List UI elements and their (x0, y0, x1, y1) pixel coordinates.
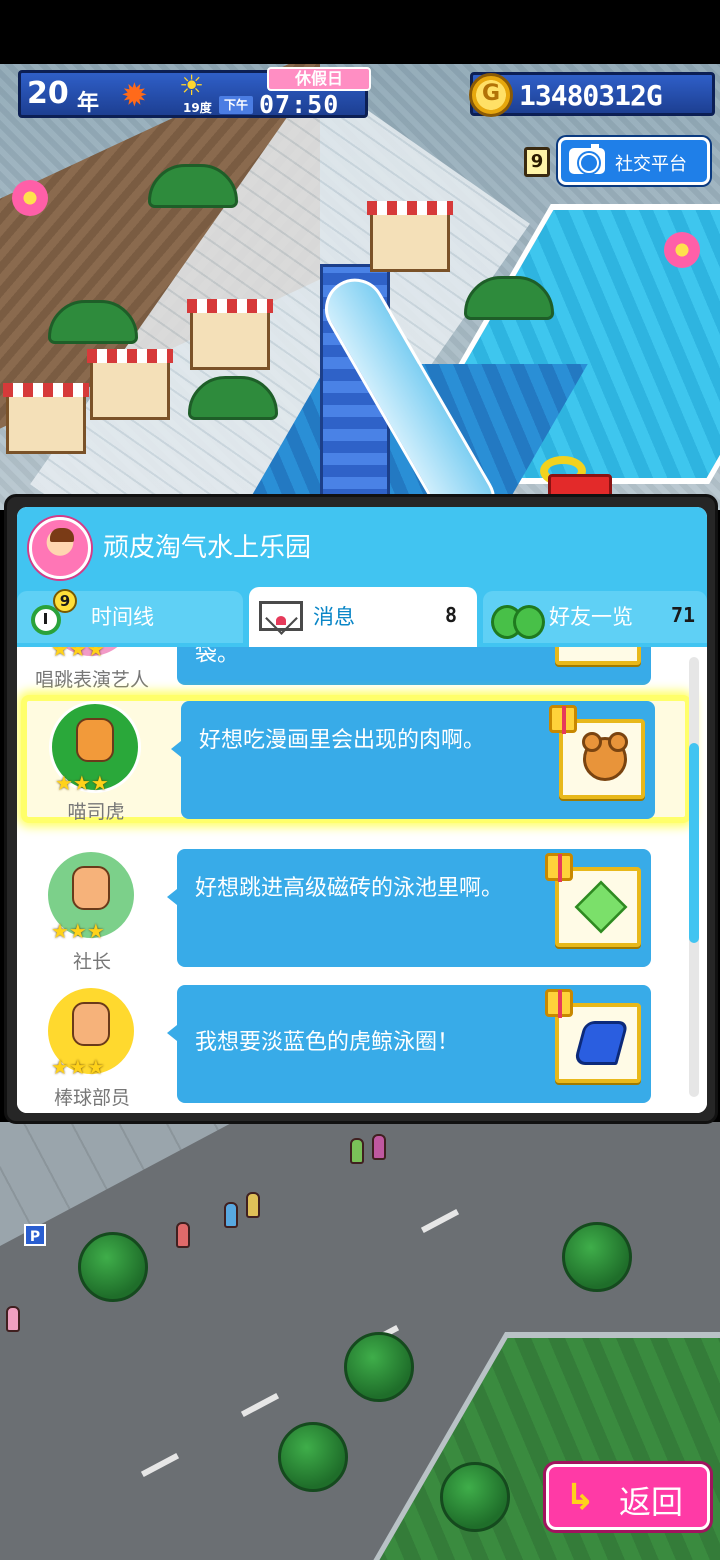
message-text: 我想要淡蓝色的虎鲸泳圈！ (195, 1030, 460, 1055)
back-button[interactable]: ↳ 返回 (546, 1464, 710, 1530)
social-platform-button[interactable]: 社交平台 (558, 137, 710, 185)
message-list[interactable]: ★★★ 唱跳表演艺人 袋。 ★★★ 喵司虎 好想吃漫画里会出现的肉啊。 ★★★ … (17, 647, 707, 1113)
food-stall[interactable] (87, 349, 173, 420)
baseball-player-face-icon (72, 1002, 110, 1046)
tree-icon (344, 1332, 414, 1402)
tree-icon (78, 1232, 148, 1302)
park-name: 顽皮淘气水上乐园 (103, 533, 312, 563)
tree-icon (278, 1422, 348, 1492)
flower-icon (664, 232, 700, 268)
tree-icon (562, 1222, 632, 1292)
flower-icon (12, 180, 48, 216)
friends-count: 71 (671, 603, 696, 627)
gift-button[interactable] (555, 647, 641, 665)
visitor-icon[interactable] (372, 1134, 386, 1160)
social-notification-badge: 9 (524, 147, 550, 177)
sun-icon: ☀ (179, 69, 205, 102)
message-row[interactable]: ★★★ 喵司虎 好想吃漫画里会出现的肉啊。 (21, 695, 691, 823)
holiday-badge: 休假日 (267, 67, 371, 91)
sender-name: 喵司虎 (67, 801, 125, 823)
clock-time: 07:50 (259, 90, 340, 119)
social-platform-label: 社交平台 (615, 154, 687, 175)
gift-button[interactable] (549, 705, 645, 799)
tree-icon (440, 1462, 510, 1532)
status-strip (0, 0, 720, 64)
rating-stars: ★★★ (51, 919, 105, 943)
visitor-icon[interactable] (6, 1306, 20, 1332)
gift-ribbon-icon (549, 705, 577, 734)
visitor-icon[interactable] (246, 1192, 260, 1218)
message-bubble: 我想要淡蓝色的虎鲸泳圈！ (167, 985, 651, 1103)
camera-icon (569, 144, 605, 174)
gold-coin-icon: G (469, 73, 513, 117)
friends-icon (491, 601, 545, 639)
tab-friends[interactable]: 好友一览 71 (483, 591, 707, 643)
food-stall[interactable] (3, 383, 89, 454)
gold-amount: 13480312G (519, 79, 663, 112)
park-avatar (29, 517, 91, 579)
message-text: 好想跳进高级磁砖的泳池里啊。 (195, 876, 504, 901)
message-row[interactable]: ★★★ 社长 好想跳进高级磁砖的泳池里啊。 (17, 843, 687, 973)
road-line (420, 1208, 460, 1234)
back-arrow-icon: ↳ (565, 1477, 596, 1518)
message-text: 袋。 (195, 647, 240, 667)
tab-timeline[interactable]: 9 时间线 (17, 589, 243, 643)
tab-messages-label: 消息 (313, 605, 355, 629)
game-world-top[interactable] (0, 64, 720, 510)
tiger-face-icon (76, 718, 114, 762)
messages-count: 8 (445, 603, 458, 627)
bear-item-icon (582, 732, 628, 781)
orca-float-item-icon (573, 1021, 629, 1065)
gift-ribbon-icon (545, 853, 573, 882)
message-bubble: 好想跳进高级磁砖的泳池里啊。 (167, 849, 651, 967)
president-face-icon (72, 866, 110, 910)
food-stall[interactable] (367, 201, 453, 272)
visitor-icon[interactable] (224, 1202, 238, 1228)
visitor-icon[interactable] (350, 1138, 364, 1164)
gift-button[interactable] (545, 989, 641, 1083)
social-panel: 顽皮淘气水上乐园 9 时间线 消息 8 好友一览 71 ★★★ 唱跳表演艺人 袋… (4, 494, 718, 1124)
gift-ribbon-icon (545, 989, 573, 1018)
year-number: 20 (27, 76, 69, 111)
sender-name: 棒球部员 (53, 1087, 130, 1109)
message-row[interactable]: ★★★ 棒球部员 我想要淡蓝色的虎鲸泳圈！ (17, 979, 687, 1109)
gold-panel: G 13480312G (469, 72, 715, 117)
year-unit: 年 (77, 91, 100, 116)
tile-item-icon (574, 880, 628, 934)
panel-header: 顽皮淘气水上乐园 9 时间线 消息 8 好友一览 71 (17, 507, 707, 647)
date-time-panel: 20 年 ✹ ☀ 19度 休假日 下午 07:50 (18, 67, 371, 119)
temperature: 19度 (183, 101, 212, 115)
rating-stars: ★★★ (51, 647, 105, 661)
back-label: 返回 (619, 1483, 684, 1521)
scrollbar-track[interactable] (689, 657, 699, 1097)
rating-stars: ★★★ (55, 771, 109, 795)
message-bubble: 袋。 (177, 647, 651, 685)
panel-content: 顽皮淘气水上乐园 9 时间线 消息 8 好友一览 71 ★★★ 唱跳表演艺人 袋… (17, 507, 707, 1113)
envelope-icon (259, 601, 303, 631)
food-stall[interactable] (187, 299, 273, 370)
sender-name: 唱跳表演艺人 (34, 669, 149, 691)
tab-friends-label: 好友一览 (549, 605, 633, 629)
message-bubble: 好想吃漫画里会出现的肉啊。 (171, 701, 655, 819)
rating-stars: ★★★ (51, 1055, 105, 1079)
gift-button[interactable] (545, 853, 641, 947)
road-line (240, 1392, 280, 1418)
road-line (140, 1452, 180, 1478)
tab-messages[interactable]: 消息 8 (249, 587, 477, 647)
message-text: 好想吃漫画里会出现的肉啊。 (199, 728, 486, 753)
timeline-badge: 9 (53, 589, 77, 613)
ampm-label: 下午 (219, 96, 253, 114)
maple-leaf-icon: ✹ (121, 76, 148, 114)
parking-sign-icon: P (24, 1224, 46, 1246)
tab-timeline-label: 时间线 (91, 605, 154, 629)
message-row[interactable]: ★★★ 唱跳表演艺人 袋。 (17, 647, 687, 691)
visitor-icon[interactable] (176, 1222, 190, 1248)
sender-name: 社长 (72, 951, 111, 973)
scrollbar-thumb[interactable] (689, 743, 699, 943)
